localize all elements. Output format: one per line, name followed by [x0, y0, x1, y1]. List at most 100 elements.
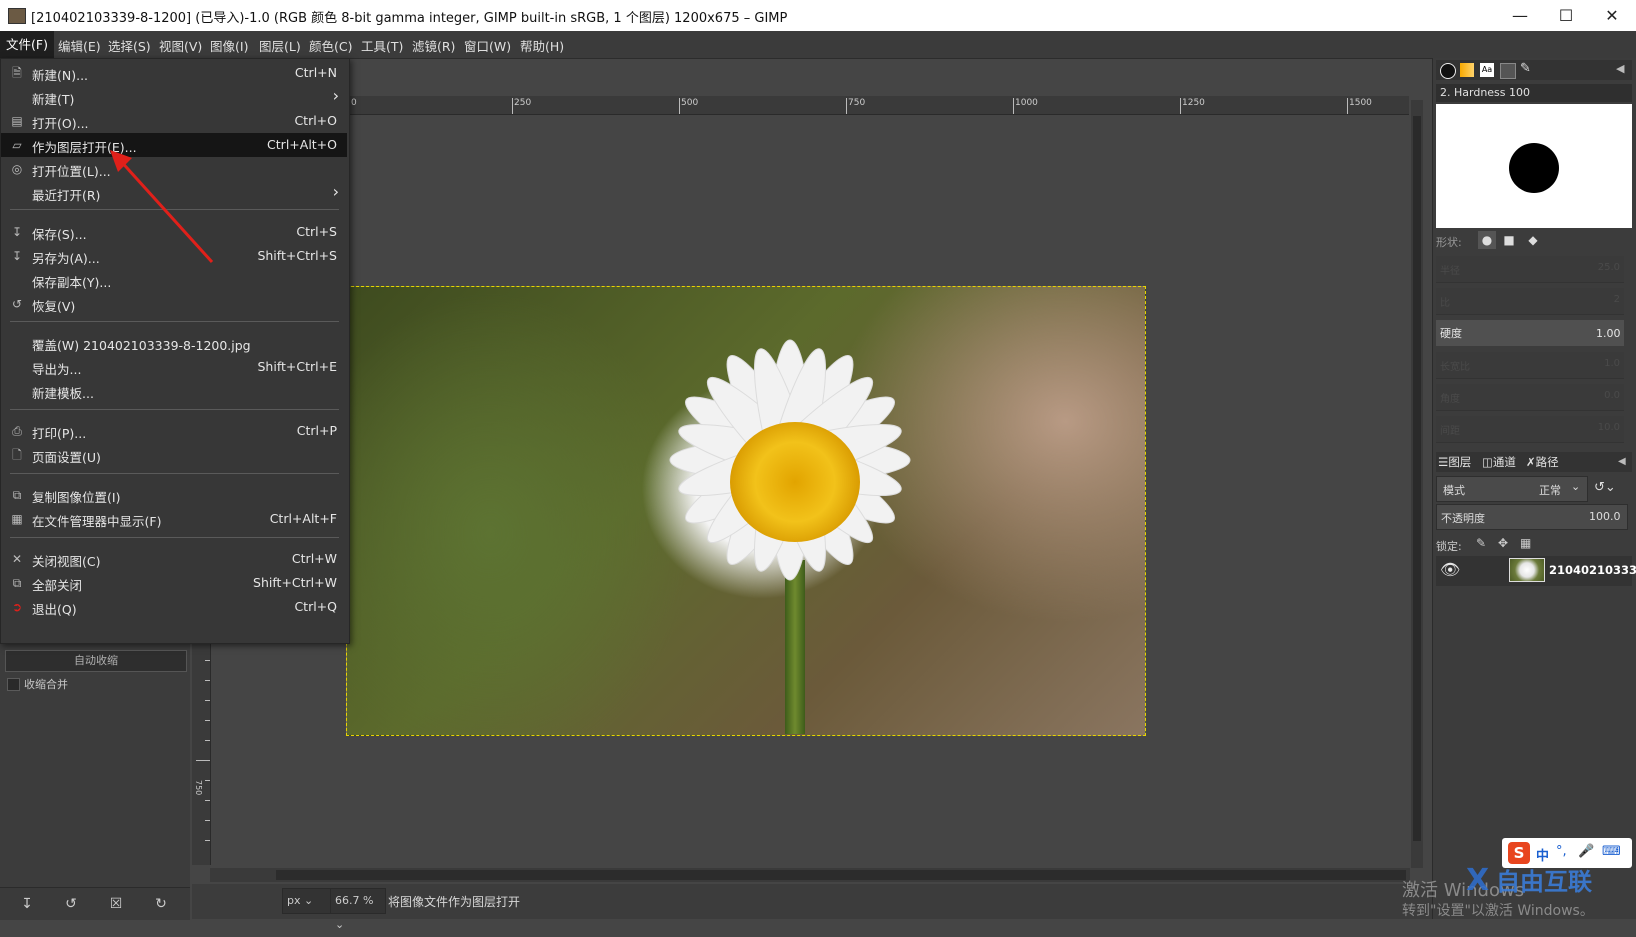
radius-slider[interactable]: 半径 25.0: [1436, 256, 1624, 283]
layer-name: 210402103339: [1549, 563, 1636, 577]
menu-layer[interactable]: 图层(L): [259, 36, 301, 55]
svg-text:X: X: [1466, 863, 1489, 898]
opacity-slider[interactable]: 不透明度 100.0: [1436, 504, 1628, 530]
close-all-icon: ⧉: [12, 576, 22, 590]
menu-select[interactable]: 选择(S): [108, 36, 151, 55]
menu-item-new[interactable]: 🗎 新建(N)... Ctrl+N: [1, 61, 347, 85]
aspect-ratio-slider[interactable]: 长宽比 1.0: [1436, 352, 1624, 379]
opacity-value: 100.0: [1589, 510, 1621, 523]
menu-item-show-in-file-manager[interactable]: ▦ 在文件管理器中显示(F) Ctrl+Alt+F: [1, 507, 347, 531]
ruler-label: 500: [681, 98, 699, 108]
menu-item-export-as[interactable]: 导出为... Shift+Ctrl+E: [1, 355, 347, 379]
zoom-select[interactable]: 66.7 % ⌄: [330, 888, 386, 931]
brushes-tab-icon[interactable]: [1440, 63, 1456, 79]
ruler-label: 0: [351, 98, 357, 108]
lock-alpha-icon[interactable]: ▦: [1520, 536, 1531, 550]
menu-item-print[interactable]: ⎙ 打印(P)... Ctrl+P: [1, 419, 347, 443]
punctuation-icon: °,: [1556, 844, 1567, 859]
lock-pixels-icon[interactable]: ✎: [1476, 536, 1486, 550]
images-tab-icon[interactable]: [1500, 63, 1516, 79]
paint-dynamics-tab-icon[interactable]: ✎: [1520, 61, 1531, 76]
vertical-ruler[interactable]: 750: [192, 620, 211, 865]
menu-view[interactable]: 视图(V): [159, 36, 202, 55]
ruler-label: 250: [514, 98, 532, 108]
svg-text:自由互联: 自由互联: [1496, 868, 1592, 896]
shape-label: 形状:: [1436, 236, 1462, 249]
tab-channels[interactable]: ◫通道: [1482, 454, 1516, 470]
unit-select[interactable]: px ⌄: [282, 888, 332, 914]
merge-checkbox[interactable]: [7, 678, 20, 691]
tab-channels-label: 通道: [1492, 455, 1516, 469]
configure-tab-icon[interactable]: ◀: [1616, 62, 1624, 75]
menu-image[interactable]: 图像(I): [210, 36, 248, 55]
menu-item-revert[interactable]: ↺ 恢复(V): [1, 292, 347, 316]
radius-label: 半径: [1440, 266, 1460, 277]
menu-item-close-all[interactable]: ⧉ 全部关闭 Shift+Ctrl+W: [1, 571, 347, 595]
lock-position-icon[interactable]: ✥: [1498, 536, 1508, 550]
mode-value: 正常: [1539, 484, 1561, 497]
mode-select[interactable]: 模式 正常 ⌄: [1436, 476, 1588, 502]
horizontal-scrollbar[interactable]: [210, 868, 1410, 882]
angle-value: 0.0: [1604, 390, 1620, 401]
fonts-tab-icon[interactable]: Aa: [1480, 63, 1494, 77]
patterns-tab-icon[interactable]: [1460, 63, 1474, 77]
menu-filters[interactable]: 滤镜(R): [412, 36, 455, 55]
reset-icon[interactable]: ↻: [152, 896, 170, 912]
menu-file[interactable]: 文件(F): [0, 31, 54, 58]
menu-item-save-copy[interactable]: 保存副本(Y)...: [1, 268, 347, 292]
opacity-label: 不透明度: [1441, 512, 1485, 525]
tab-layers[interactable]: ☰图层: [1438, 454, 1471, 470]
menu-item-new-submenu[interactable]: 新建(T) ›: [1, 85, 347, 109]
restore-icon[interactable]: ↺: [62, 896, 80, 912]
flower-center-image: [730, 422, 860, 542]
menu-item-close-view[interactable]: ✕ 关闭视图(C) Ctrl+W: [1, 547, 347, 571]
status-message: 将图像文件作为图层打开: [388, 895, 521, 909]
spacing-label: 间距: [1440, 426, 1460, 437]
circle-shape-icon[interactable]: ●: [1478, 231, 1496, 249]
menu-separator: [10, 473, 339, 474]
mode-reset-icon[interactable]: ↺⌄: [1594, 480, 1616, 495]
minimize-icon[interactable]: —: [1497, 0, 1543, 31]
menu-item-open[interactable]: ▤ 打开(O)... Ctrl+O: [1, 109, 347, 133]
unit-value: px: [287, 894, 301, 907]
configure-layers-tab-icon[interactable]: ◀: [1618, 456, 1626, 467]
menu-bar: 文件(F) 编辑(E) 选择(S) 视图(V) 图像(I) 图层(L) 颜色(C…: [0, 31, 1636, 59]
site-logo-watermark: X 自由互联: [1466, 863, 1592, 898]
auto-shrink-button[interactable]: 自动收缩: [5, 650, 187, 672]
tab-paths[interactable]: ✗路径: [1526, 454, 1559, 470]
ruler-label: 750: [848, 98, 866, 108]
menu-edit[interactable]: 编辑(E): [58, 36, 101, 55]
maximize-icon[interactable]: ☐: [1543, 0, 1589, 31]
menu-help[interactable]: 帮助(H): [520, 36, 564, 55]
diamond-shape-icon[interactable]: ◆: [1524, 231, 1542, 249]
menu-item-page-setup[interactable]: 🗋 页面设置(U): [1, 443, 347, 467]
menu-tools[interactable]: 工具(T): [361, 36, 403, 55]
chevron-down-icon: ⌄: [1571, 480, 1581, 493]
delete-icon[interactable]: ☒: [107, 896, 125, 912]
spacing-value: 10.0: [1597, 422, 1620, 433]
brush-shape-preview: [1509, 143, 1559, 193]
brush-tab-bar: Aa ✎ ◀: [1436, 60, 1632, 80]
save-options-icon[interactable]: ↧: [18, 896, 36, 912]
menu-windows[interactable]: 窗口(W): [464, 36, 511, 55]
chevron-right-icon: ›: [332, 182, 339, 201]
angle-slider[interactable]: 角度 0.0: [1436, 384, 1624, 411]
menu-item-overwrite[interactable]: 覆盖(W) 210402103339-8-1200.jpg: [1, 331, 347, 355]
spacing-slider[interactable]: 间距 10.0: [1436, 416, 1624, 443]
menu-item-quit[interactable]: ➲ 退出(Q) Ctrl+Q: [1, 595, 347, 619]
eye-visibility-icon[interactable]: 👁: [1440, 560, 1460, 579]
vertical-scrollbar[interactable]: [1411, 100, 1423, 868]
microphone-icon: 🎤: [1578, 844, 1595, 859]
menu-item-new-template[interactable]: 新建模板...: [1, 379, 347, 403]
spikes-label: 比: [1440, 298, 1450, 309]
menu-separator: [10, 409, 339, 410]
close-icon[interactable]: ✕: [1589, 0, 1635, 31]
menu-colors[interactable]: 颜色(C): [309, 36, 352, 55]
new-file-icon: 🗎: [12, 66, 22, 80]
menu-item-copy-location[interactable]: ⧉ 复制图像位置(I): [1, 483, 347, 507]
chevron-right-icon: ›: [332, 86, 339, 105]
spikes-slider[interactable]: 比 2: [1436, 288, 1624, 315]
square-shape-icon[interactable]: ■: [1500, 231, 1518, 249]
horizontal-ruler[interactable]: 0 250 500 750 1000 1250 1500: [349, 96, 1409, 115]
gimp-app-icon: [8, 8, 26, 24]
